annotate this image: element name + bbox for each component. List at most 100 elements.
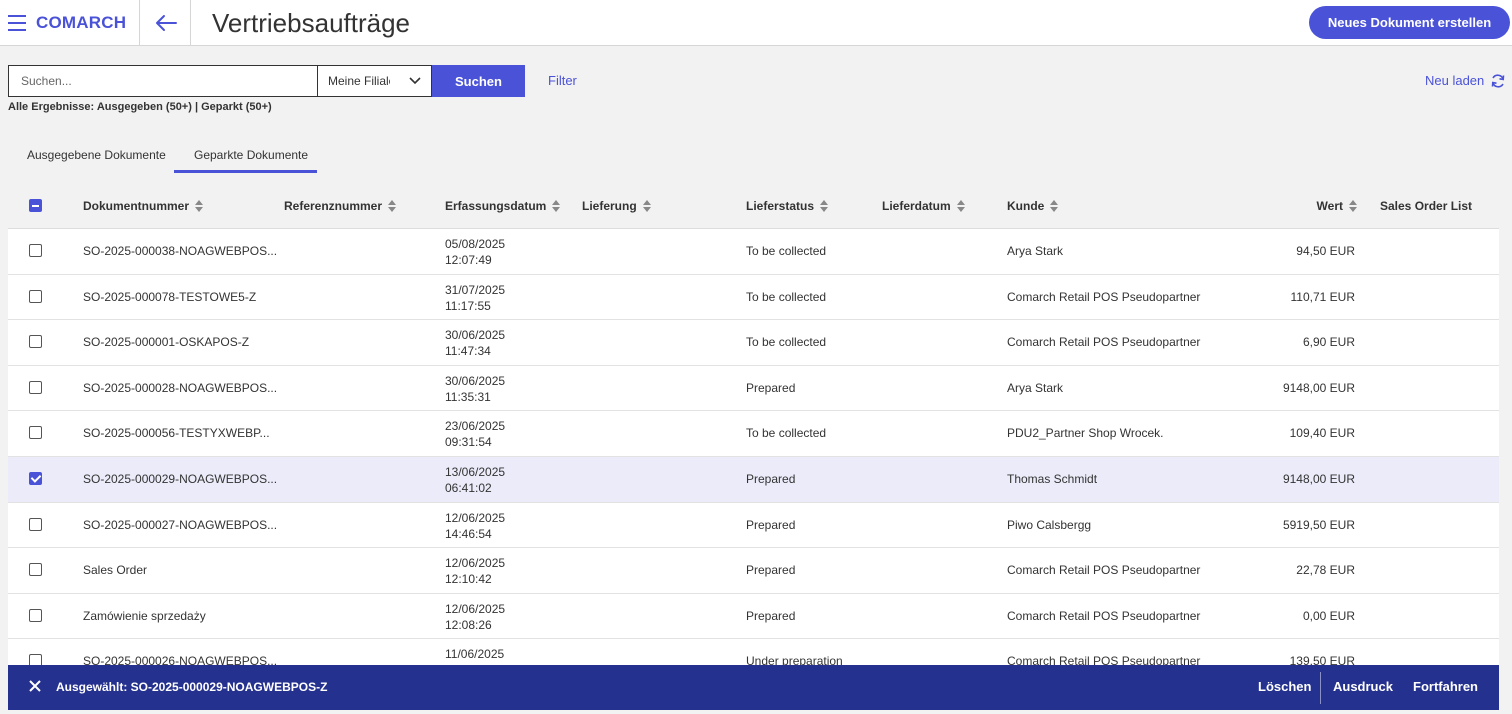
cell-entry-date: 31/07/2025 11:17:55 (445, 282, 506, 313)
cell-customer: Comarch Retail POS Pseudopartner (1007, 608, 1201, 623)
branch-select[interactable]: Meine Filiale (317, 65, 432, 97)
cell-customer: Thomas Schmidt (1007, 471, 1098, 486)
selection-action-bar: Ausgewählt: SO-2025-000029-NOAGWEBPOS-Z … (8, 665, 1499, 710)
cell-document-number: SO-2025-000029-NOAGWEBPOS... (83, 471, 278, 486)
table-header: Dokumentnummer Referenznummer Erfassungs… (8, 183, 1499, 229)
menu-icon[interactable] (8, 15, 26, 31)
cell-value: 109,40 EUR (1289, 426, 1355, 441)
sort-icon (1049, 200, 1059, 212)
row-checkbox[interactable] (29, 289, 42, 303)
cell-value: 9148,00 EUR (1282, 471, 1355, 486)
cell-delivery-status: To be collected (746, 289, 827, 304)
column-header-customer[interactable]: Kunde (1007, 199, 1059, 213)
cell-value: 6,90 EUR (1302, 335, 1355, 350)
cell-delivery-status: To be collected (746, 244, 827, 258)
action-divider (1320, 672, 1321, 704)
cell-document-number: SO-2025-000078-TESTOWE5-Z (83, 289, 257, 304)
page-title: Vertriebsaufträge (212, 8, 411, 38)
chevron-down-icon (409, 77, 421, 85)
cell-value: 9148,00 EUR (1282, 380, 1355, 395)
cell-delivery-status: Prepared (746, 608, 796, 623)
active-tab-indicator (174, 170, 317, 173)
cell-delivery-status: Prepared (746, 517, 796, 532)
reload-label: Neu laden (1425, 73, 1485, 88)
cell-delivery-status: Prepared (746, 380, 796, 395)
sort-icon (387, 200, 397, 212)
row-checkbox[interactable] (29, 426, 42, 440)
row-checkbox[interactable] (29, 335, 42, 349)
refresh-icon (1491, 73, 1505, 88)
close-icon (29, 680, 41, 692)
search-button[interactable]: Suchen (432, 65, 525, 97)
app-header: COMARCH Vertriebsaufträge Neues Dokument… (0, 0, 1512, 46)
cell-value: 5919,50 EUR (1282, 517, 1355, 532)
table-row[interactable]: SO-2025-000078-TESTOWE5-Z 31/07/2025 11:17… (8, 274, 1499, 321)
cell-entry-date: 23/06/2025 09:31:54 (445, 419, 506, 450)
row-checkbox[interactable] (29, 244, 42, 257)
column-header-entry-date[interactable]: Erfassungsdatum (445, 199, 561, 213)
cell-customer: Comarch Retail POS Pseudopartner (1007, 289, 1201, 304)
cell-entry-date: 30/06/2025 11:35:31 (445, 373, 506, 404)
row-checkbox[interactable] (29, 471, 42, 485)
header-divider (190, 0, 191, 46)
filter-link[interactable]: Filter (548, 73, 577, 88)
table-row[interactable]: SO-2025-000056-TESTYXWEBP... 23/06/2025 09… (8, 411, 1499, 457)
sort-icon (956, 200, 965, 212)
cell-entry-date: 12/06/2025 12:10:42 (445, 556, 506, 587)
selected-document-text: Ausgewählt: SO-2025-000029-NOAGWEBPOS-Z (56, 680, 328, 694)
documents-table: Dokumentnummer Referenznummer Erfassungs… (8, 183, 1499, 685)
arrow-left-icon (156, 15, 177, 31)
results-summary: Alle Ergebnisse: Ausgegeben (50+) | Gepa… (8, 101, 272, 113)
table-row[interactable]: Zamówienie sprzedaży 12/06/2025 12:08:26 Pr… (8, 593, 1499, 640)
cell-customer: PDU2_Partner Shop Wrocek. (1007, 426, 1164, 441)
column-header-delivery-status[interactable]: Lieferstatus (746, 199, 829, 213)
reload-button[interactable]: Neu laden (1425, 73, 1506, 88)
tab-issued-documents[interactable]: Ausgegebene Dokumente (27, 148, 166, 162)
cell-document-number: SO-2025-000027-NOAGWEBPOS... (83, 517, 278, 532)
new-document-button[interactable]: Neues Dokument erstellen (1309, 6, 1510, 39)
cell-document-number: SO-2025-000038-NOAGWEBPOS... (83, 244, 278, 258)
row-checkbox[interactable] (29, 517, 42, 531)
tab-parked-documents[interactable]: Geparkte Dokumente (194, 148, 308, 162)
select-all-checkbox[interactable] (29, 199, 42, 212)
column-header-delivery-date[interactable]: Lieferdatum (882, 199, 965, 213)
cell-value: 22,78 EUR (1296, 563, 1355, 578)
column-header-delivery[interactable]: Lieferung (582, 199, 651, 213)
comarch-logo: COMARCH (36, 13, 127, 32)
cell-document-number: Zamówienie sprzedaży (83, 608, 206, 623)
cell-customer: Arya Stark (1007, 380, 1064, 395)
close-selection-button[interactable] (28, 679, 42, 693)
row-checkbox[interactable] (29, 608, 42, 622)
row-checkbox[interactable] (29, 563, 42, 577)
cell-customer: Piwo Calsbergg (1007, 517, 1092, 532)
table-row[interactable]: SO-2025-000001-OSKAPOS-Z 30/06/2025 11:47:… (8, 320, 1499, 366)
table-row[interactable]: SO-2025-000028-NOAGWEBPOS... 30/06/2025 11… (8, 365, 1499, 412)
table-row[interactable]: SO-2025-000027-NOAGWEBPOS... 12/06/2025 14… (8, 502, 1499, 549)
cell-customer: Arya Stark (1007, 244, 1064, 258)
branch-select-value: Meine Filiale (328, 74, 390, 88)
cell-value: 110,71 EUR (1290, 289, 1355, 304)
table-row[interactable]: Sales Order 12/06/2025 12:10:42 Prepared Com… (8, 548, 1499, 594)
cell-delivery-status: Prepared (746, 563, 796, 578)
table-row[interactable]: SO-2025-000029-NOAGWEBPOS... 13/06/2025 06… (8, 456, 1499, 503)
column-header-reference-number[interactable]: Referenznummer (284, 199, 397, 213)
sort-icon (194, 200, 204, 212)
sort-icon (551, 200, 561, 212)
search-input[interactable] (8, 65, 317, 97)
column-header-document-number[interactable]: Dokumentnummer (83, 199, 204, 213)
delete-button[interactable]: Löschen (1258, 679, 1311, 694)
cell-document-number: SO-2025-000028-NOAGWEBPOS... (83, 380, 278, 395)
row-checkbox[interactable] (29, 380, 42, 394)
cell-entry-date: 12/06/2025 12:08:26 (445, 601, 506, 632)
cell-document-number: Sales Order (83, 563, 148, 578)
column-header-value[interactable]: Wert (1317, 199, 1357, 213)
cell-entry-date: 13/06/2025 06:41:02 (445, 464, 506, 495)
header-divider (139, 0, 140, 46)
print-button[interactable]: Ausdruck (1333, 679, 1393, 694)
cell-delivery-status: To be collected (746, 335, 827, 350)
continue-button[interactable]: Fortfahren (1413, 679, 1478, 694)
table-row[interactable]: SO-2025-000038-NOAGWEBPOS... 05/08/2025 12… (8, 229, 1499, 275)
cell-document-number: SO-2025-000001-OSKAPOS-Z (83, 335, 250, 350)
back-button[interactable] (142, 0, 190, 46)
cell-customer: Comarch Retail POS Pseudopartner (1007, 335, 1201, 350)
